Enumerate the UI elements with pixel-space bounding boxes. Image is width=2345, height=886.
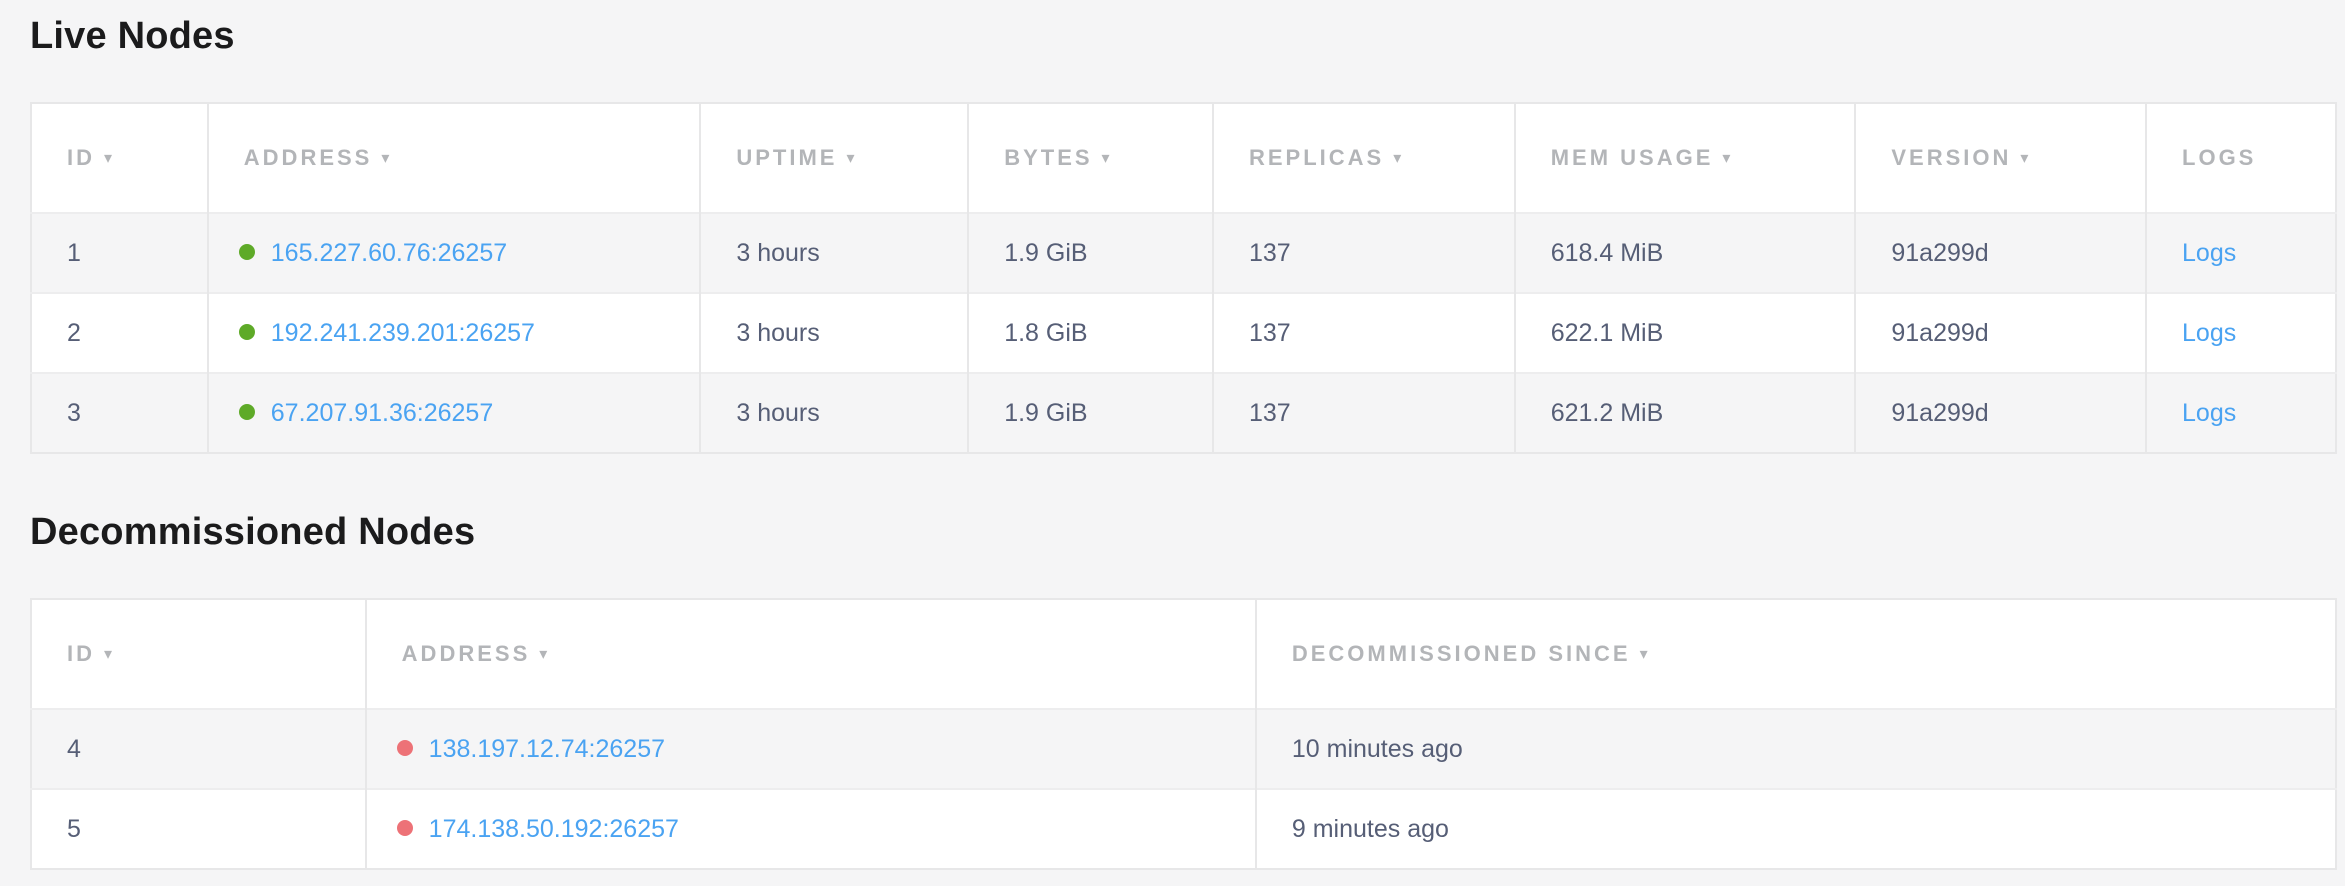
- sort-arrow-icon: ▾: [846, 148, 854, 168]
- node-id-cell: 3: [31, 373, 208, 453]
- node-address-cell: 165.227.60.76:26257: [208, 213, 701, 293]
- column-header-mem-usage[interactable]: MEM USAGE ▾: [1515, 103, 1856, 213]
- node-mem-usage-cell: 618.4 MiB: [1515, 213, 1856, 293]
- sort-arrow-icon: ▾: [1722, 148, 1730, 168]
- node-live-status-dot-icon: [239, 324, 255, 340]
- live-nodes-title: Live Nodes: [30, 0, 2337, 58]
- column-header-id[interactable]: ID ▾: [31, 599, 366, 709]
- column-header-address[interactable]: ADDRESS ▾: [366, 599, 1256, 709]
- node-address-cell: 138.197.12.74:26257: [366, 709, 1256, 789]
- node-live-status-dot-icon: [239, 244, 255, 260]
- sort-arrow-icon: ▾: [1640, 644, 1648, 664]
- node-address-link[interactable]: 192.241.239.201:26257: [271, 319, 535, 347]
- sort-arrow-icon: ▾: [104, 644, 112, 664]
- table-row: 2 192.241.239.201:26257 3 hours 1.8 GiB …: [31, 293, 2336, 373]
- column-header-bytes[interactable]: BYTES ▾: [968, 103, 1213, 213]
- decommissioned-nodes-table: ID ▾ ADDRESS ▾ DECOMMISSIONED SINCE ▾ 4 138…: [30, 598, 2337, 870]
- node-version-cell: 91a299d: [1855, 373, 2146, 453]
- node-logs-link[interactable]: Logs: [2182, 319, 2236, 347]
- column-header-label: DECOMMISSIONED SINCE: [1292, 641, 1631, 666]
- column-header-label: ADDRESS: [402, 641, 531, 666]
- node-decommissioned-status-dot-icon: [397, 740, 413, 756]
- column-header-version[interactable]: VERSION ▾: [1855, 103, 2146, 213]
- node-bytes-cell: 1.8 GiB: [968, 293, 1213, 373]
- node-bytes-cell: 1.9 GiB: [968, 373, 1213, 453]
- table-row: 4 138.197.12.74:26257 10 minutes ago: [31, 709, 2336, 789]
- column-header-label: MEM USAGE: [1551, 145, 1714, 170]
- column-header-decommissioned-since[interactable]: DECOMMISSIONED SINCE ▾: [1256, 599, 2336, 709]
- live-nodes-table: ID ▾ ADDRESS ▾ UPTIME ▾ BYTES ▾ REPLICAS ▾ ME…: [30, 102, 2337, 454]
- sort-arrow-icon: ▾: [539, 644, 547, 664]
- node-mem-usage-cell: 622.1 MiB: [1515, 293, 1856, 373]
- column-header-label: UPTIME: [736, 145, 837, 170]
- node-decommissioned-since-cell: 9 minutes ago: [1256, 789, 2336, 869]
- sort-arrow-icon: ▾: [104, 148, 112, 168]
- column-header-id[interactable]: ID ▾: [31, 103, 208, 213]
- node-logs-link[interactable]: Logs: [2182, 239, 2236, 267]
- node-logs-cell: Logs: [2146, 213, 2336, 293]
- column-header-label: LOGS: [2182, 145, 2256, 170]
- decommissioned-nodes-title: Decommissioned Nodes: [30, 454, 2337, 554]
- node-id-cell: 2: [31, 293, 208, 373]
- live-nodes-header-row: ID ▾ ADDRESS ▾ UPTIME ▾ BYTES ▾ REPLICAS ▾ ME…: [31, 103, 2336, 213]
- node-uptime-cell: 3 hours: [700, 373, 968, 453]
- node-id-cell: 1: [31, 213, 208, 293]
- node-uptime-cell: 3 hours: [700, 213, 968, 293]
- node-replicas-cell: 137: [1213, 213, 1515, 293]
- node-logs-cell: Logs: [2146, 373, 2336, 453]
- column-header-label: ADDRESS: [244, 145, 373, 170]
- node-id-cell: 5: [31, 789, 366, 869]
- nodes-overview-page: Live Nodes ID ▾ ADDRESS ▾ UPTIME ▾ BYTES ▾: [0, 0, 2345, 870]
- node-address-link[interactable]: 165.227.60.76:26257: [271, 239, 507, 267]
- table-row: 5 174.138.50.192:26257 9 minutes ago: [31, 789, 2336, 869]
- node-logs-cell: Logs: [2146, 293, 2336, 373]
- node-replicas-cell: 137: [1213, 293, 1515, 373]
- node-replicas-cell: 137: [1213, 373, 1515, 453]
- column-header-uptime[interactable]: UPTIME ▾: [700, 103, 968, 213]
- node-address-link[interactable]: 138.197.12.74:26257: [429, 735, 665, 763]
- table-row: 3 67.207.91.36:26257 3 hours 1.9 GiB 137…: [31, 373, 2336, 453]
- sort-arrow-icon: ▾: [2020, 148, 2028, 168]
- table-row: 1 165.227.60.76:26257 3 hours 1.9 GiB 13…: [31, 213, 2336, 293]
- node-logs-link[interactable]: Logs: [2182, 399, 2236, 427]
- node-bytes-cell: 1.9 GiB: [968, 213, 1213, 293]
- node-version-cell: 91a299d: [1855, 293, 2146, 373]
- node-address-link[interactable]: 67.207.91.36:26257: [271, 399, 493, 427]
- node-address-link[interactable]: 174.138.50.192:26257: [429, 815, 679, 843]
- node-decommissioned-status-dot-icon: [397, 820, 413, 836]
- sort-arrow-icon: ▾: [1393, 148, 1401, 168]
- column-header-label: ID: [67, 145, 95, 170]
- node-decommissioned-since-cell: 10 minutes ago: [1256, 709, 2336, 789]
- node-id-cell: 4: [31, 709, 366, 789]
- column-header-replicas[interactable]: REPLICAS ▾: [1213, 103, 1515, 213]
- node-address-cell: 192.241.239.201:26257: [208, 293, 701, 373]
- node-address-cell: 67.207.91.36:26257: [208, 373, 701, 453]
- node-address-cell: 174.138.50.192:26257: [366, 789, 1256, 869]
- node-uptime-cell: 3 hours: [700, 293, 968, 373]
- column-header-label: BYTES: [1004, 145, 1092, 170]
- node-mem-usage-cell: 621.2 MiB: [1515, 373, 1856, 453]
- sort-arrow-icon: ▾: [1102, 148, 1110, 168]
- node-live-status-dot-icon: [239, 404, 255, 420]
- node-version-cell: 91a299d: [1855, 213, 2146, 293]
- column-header-label: ID: [67, 641, 95, 666]
- sort-arrow-icon: ▾: [381, 148, 389, 168]
- decommissioned-nodes-header-row: ID ▾ ADDRESS ▾ DECOMMISSIONED SINCE ▾: [31, 599, 2336, 709]
- column-header-logs: LOGS: [2146, 103, 2336, 213]
- column-header-label: REPLICAS: [1249, 145, 1384, 170]
- column-header-address[interactable]: ADDRESS ▾: [208, 103, 701, 213]
- column-header-label: VERSION: [1891, 145, 2011, 170]
